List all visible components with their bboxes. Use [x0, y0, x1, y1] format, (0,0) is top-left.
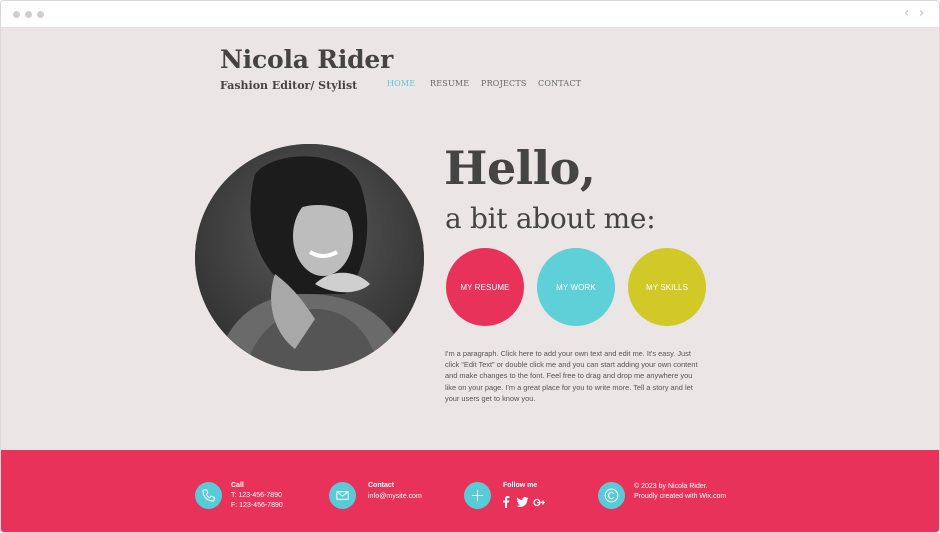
portrait-image — [195, 144, 424, 371]
copyright-icon — [598, 482, 625, 509]
phone-icon — [195, 482, 222, 509]
back-arrow-icon[interactable]: ‹ — [904, 6, 909, 21]
google-plus-icon[interactable] — [533, 498, 546, 507]
twitter-icon[interactable] — [516, 497, 529, 507]
call-fax: F: 123-456-7890 — [231, 502, 283, 509]
call-title: Call — [231, 482, 244, 489]
contact-title: Contact — [368, 482, 395, 489]
nav-contact[interactable]: CONTACT — [538, 79, 581, 88]
window-dot-icon — [25, 11, 32, 18]
plus-icon — [464, 482, 491, 509]
forward-arrow-icon[interactable]: › — [919, 6, 924, 21]
browser-window: ‹ › Nicola Rider Fashion Editor/ Stylist… — [0, 0, 940, 533]
copyright-text: © 2023 by Nicola Rider. — [634, 483, 708, 490]
mail-icon — [329, 482, 356, 509]
wix-credit-link[interactable]: Proudly created with Wix.com — [634, 492, 726, 502]
browser-toolbar: ‹ › — [1, 1, 939, 28]
window-dot-icon — [37, 11, 44, 18]
profile-photo — [195, 144, 424, 371]
nav-resume[interactable]: RESUME — [430, 79, 469, 88]
follow-title: Follow me — [503, 482, 538, 489]
site-tagline: Fashion Editor/ Stylist — [220, 79, 358, 92]
site-title: Nicola Rider — [220, 45, 394, 74]
about-subheading: a bit about me: — [445, 202, 656, 235]
about-paragraph: I'm a paragraph. Click here to add your … — [445, 349, 698, 403]
hello-heading: Hello, — [444, 141, 596, 195]
facebook-icon[interactable] — [502, 495, 510, 508]
nav-projects[interactable]: PROJECTS — [481, 79, 527, 88]
nav-home[interactable]: HOME — [387, 79, 415, 88]
my-resume-button[interactable]: MY RESUME — [446, 248, 524, 326]
my-skills-button[interactable]: MY SKILLS — [628, 248, 706, 326]
window-dot-icon — [13, 11, 20, 18]
my-work-label: MY WORK — [556, 282, 596, 292]
contact-email-link[interactable]: info@mysite.com — [368, 492, 422, 502]
my-work-button[interactable]: MY WORK — [537, 248, 615, 326]
my-resume-label: MY RESUME — [460, 282, 510, 292]
call-phone: T: 123-456-7890 — [231, 492, 282, 499]
my-skills-label: MY SKILLS — [645, 282, 689, 292]
